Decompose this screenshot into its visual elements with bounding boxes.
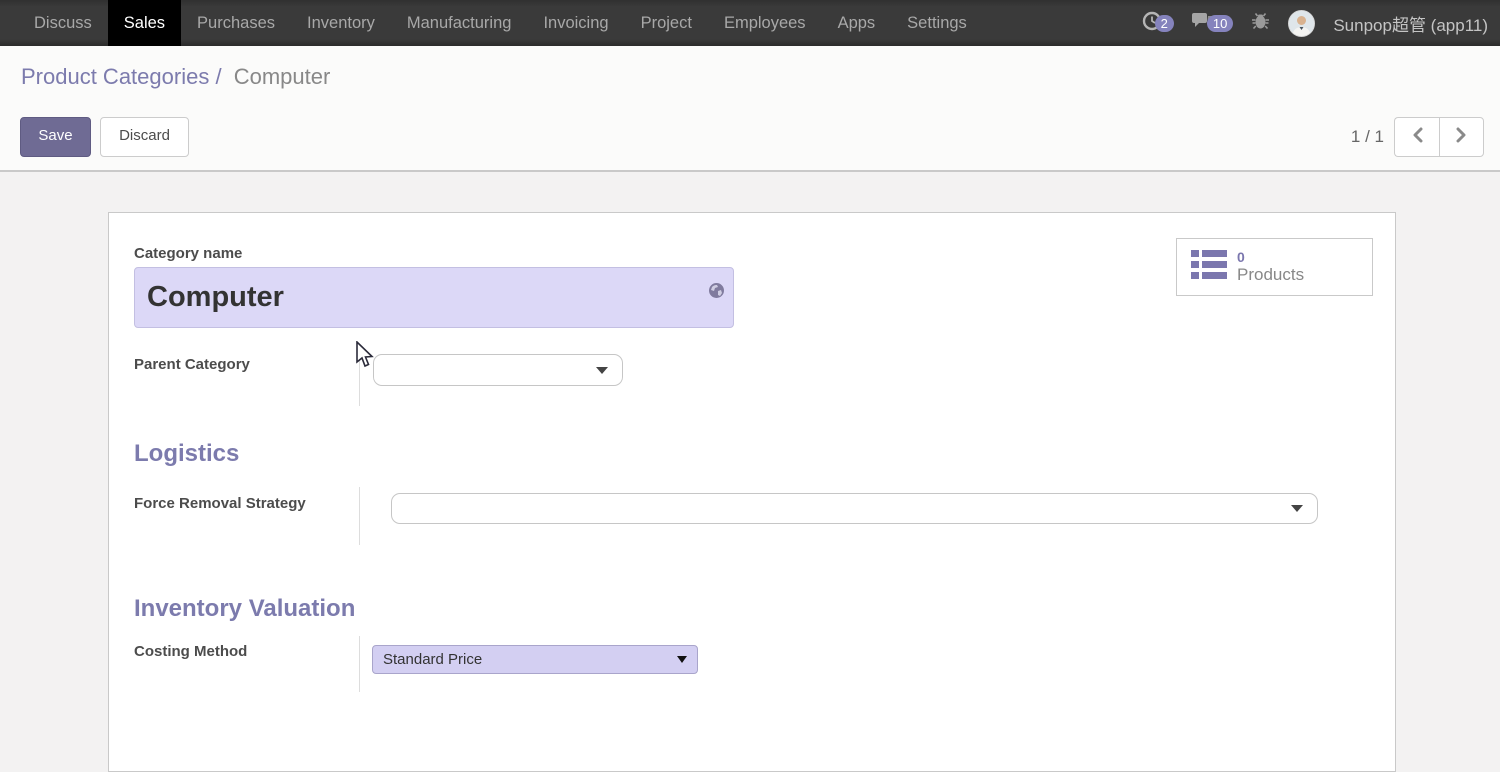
pager-previous-button[interactable] xyxy=(1394,117,1439,157)
nav-item-manufacturing[interactable]: Manufacturing xyxy=(391,0,528,46)
category-name-value: Computer xyxy=(147,281,284,314)
category-name-label: Category name xyxy=(134,245,242,262)
debug-menu[interactable] xyxy=(1251,11,1270,36)
products-count: 0 xyxy=(1237,250,1304,265)
parent-category-dropdown[interactable] xyxy=(373,354,623,386)
costing-method-value: Standard Price xyxy=(383,651,482,668)
field-separator xyxy=(359,636,360,692)
nav-item-settings[interactable]: Settings xyxy=(891,0,983,46)
breadcrumb-current: Computer xyxy=(234,64,331,89)
control-panel: Product Categories / Computer Save Disca… xyxy=(0,46,1500,172)
pager: 1 / 1 xyxy=(1351,117,1484,157)
section-title-logistics: Logistics xyxy=(134,440,239,468)
force-removal-label: Force Removal Strategy xyxy=(134,495,306,512)
pager-value: 1 / 1 xyxy=(1351,127,1384,147)
globe-translate-icon[interactable] xyxy=(708,274,725,291)
force-removal-dropdown[interactable] xyxy=(391,493,1318,524)
nav-item-discuss[interactable]: Discuss xyxy=(18,0,108,46)
content-area: Category name Computer Parent Category L… xyxy=(0,174,1500,750)
bug-icon xyxy=(1251,11,1270,36)
nav-item-inventory[interactable]: Inventory xyxy=(291,0,391,46)
costing-method-select[interactable]: Standard Price xyxy=(372,645,698,674)
products-stat-button[interactable]: 0 Products xyxy=(1176,238,1373,296)
nav-item-apps[interactable]: Apps xyxy=(822,0,892,46)
nav-item-sales[interactable]: Sales xyxy=(108,0,181,46)
messages-badge: 10 xyxy=(1207,15,1233,32)
user-menu[interactable] xyxy=(1288,10,1315,37)
messages-menu[interactable]: 10 xyxy=(1192,11,1233,35)
main-menu: Discuss Sales Purchases Inventory Manufa… xyxy=(0,0,983,46)
nav-item-employees[interactable]: Employees xyxy=(708,0,822,46)
breadcrumb-separator: / xyxy=(215,64,221,89)
parent-category-label: Parent Category xyxy=(134,356,250,373)
nav-item-invoicing[interactable]: Invoicing xyxy=(527,0,624,46)
breadcrumb-parent-link[interactable]: Product Categories xyxy=(21,64,209,89)
avatar xyxy=(1288,10,1315,37)
activities-badge: 2 xyxy=(1155,15,1174,32)
systray: 2 10 Sunpop超管 (app11) xyxy=(1142,0,1500,46)
chevron-left-icon xyxy=(1412,127,1423,148)
form-sheet: Category name Computer Parent Category L… xyxy=(108,212,1396,772)
breadcrumb: Product Categories / Computer xyxy=(21,64,330,90)
caret-down-icon xyxy=(677,656,687,663)
mouse-cursor xyxy=(355,341,374,374)
products-label: Products xyxy=(1237,265,1304,285)
nav-item-project[interactable]: Project xyxy=(625,0,708,46)
activities-menu[interactable]: 2 xyxy=(1142,11,1174,36)
top-nav: Discuss Sales Purchases Inventory Manufa… xyxy=(0,0,1500,46)
caret-down-icon xyxy=(596,367,608,374)
field-separator xyxy=(359,487,360,545)
costing-method-label: Costing Method xyxy=(134,643,247,660)
discard-button[interactable]: Discard xyxy=(100,117,189,157)
nav-item-purchases[interactable]: Purchases xyxy=(181,0,291,46)
category-name-input[interactable]: Computer xyxy=(134,267,734,328)
list-icon xyxy=(1191,249,1227,285)
user-name[interactable]: Sunpop超管 (app11) xyxy=(1333,11,1488,36)
chevron-right-icon xyxy=(1456,127,1467,148)
pager-next-button[interactable] xyxy=(1439,117,1484,157)
save-button[interactable]: Save xyxy=(20,117,91,157)
section-title-inventory-valuation: Inventory Valuation xyxy=(134,595,355,623)
caret-down-icon xyxy=(1291,505,1303,512)
